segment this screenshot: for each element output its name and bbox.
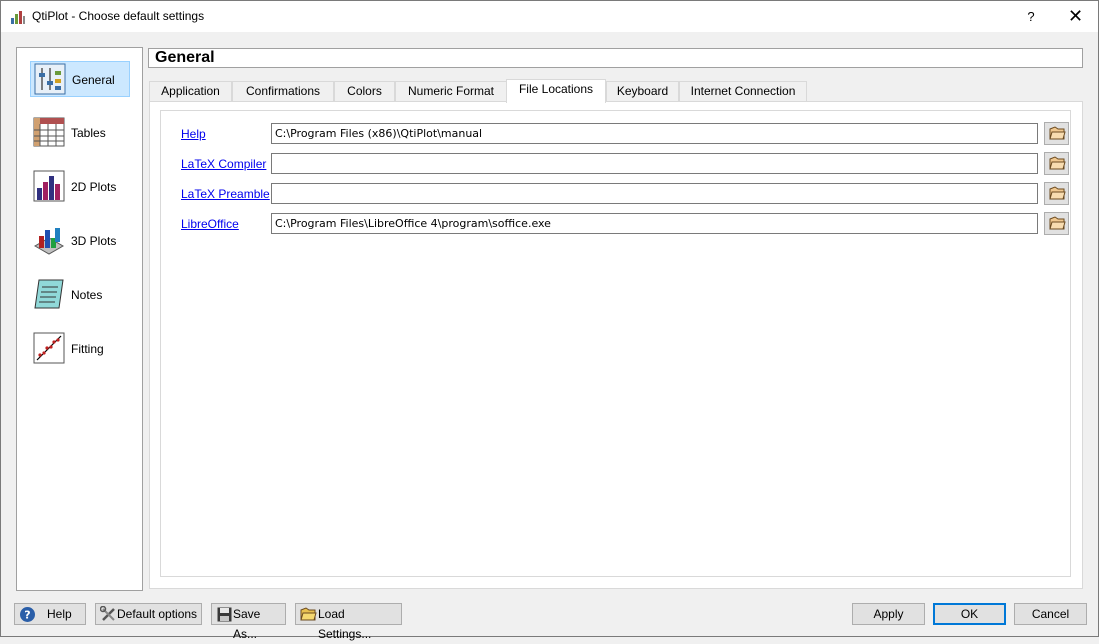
help-button[interactable]: ? Help: [14, 603, 86, 625]
browse-latex-compiler-button[interactable]: [1044, 152, 1069, 175]
file-locations-group: Help C:\Program Files (x86)\QtiPlot\manu…: [160, 110, 1071, 577]
svg-text:?: ?: [24, 609, 30, 622]
help-icon: ?: [20, 607, 35, 622]
folder-open-icon: [300, 607, 317, 621]
tab-file-locations[interactable]: File Locations: [506, 79, 606, 103]
folder-open-icon: [1049, 216, 1066, 230]
notes-icon: [34, 279, 64, 309]
close-window-button[interactable]: ✕: [1053, 1, 1098, 32]
context-help-button[interactable]: ?: [1015, 1, 1047, 32]
sidebar-item-label: Notes: [71, 288, 103, 302]
category-sidebar: General Tables 2D Plots 3D Plots Notes F…: [16, 47, 143, 591]
sidebar-item-2d-plots[interactable]: 2D Plots: [30, 169, 130, 205]
sidebar-item-label: 3D Plots: [71, 234, 117, 248]
tab-application[interactable]: Application: [149, 81, 232, 102]
sidebar-item-3d-plots[interactable]: 3D Plots: [30, 223, 130, 259]
load-settings-button[interactable]: Load Settings...: [295, 603, 402, 641]
sidebar-item-general[interactable]: General: [30, 61, 130, 97]
default-options-button[interactable]: Default options: [95, 603, 202, 625]
general-settings-icon: [34, 63, 66, 95]
settings-dialog: QtiPlot - Choose default settings ? ✕ Ge…: [0, 0, 1099, 641]
bar-chart-icon: [33, 170, 65, 202]
apply-button[interactable]: Apply: [852, 603, 925, 625]
sidebar-item-label: 2D Plots: [71, 180, 117, 194]
tab-internet-connection[interactable]: Internet Connection: [679, 81, 807, 102]
fitting-curve-icon: [33, 332, 65, 364]
sidebar-item-label: Fitting: [71, 342, 104, 356]
folder-open-icon: [1049, 156, 1066, 170]
sidebar-item-notes[interactable]: Notes: [30, 277, 130, 313]
save-as-button[interactable]: Save As...: [211, 603, 286, 641]
folder-open-icon: [1049, 186, 1066, 200]
sidebar-item-label: Tables: [71, 126, 106, 140]
sidebar-item-fitting[interactable]: Fitting: [30, 331, 130, 367]
file-locations-panel: Help C:\Program Files (x86)\QtiPlot\manu…: [149, 101, 1083, 589]
help-path-field[interactable]: C:\Program Files (x86)\QtiPlot\manual: [271, 123, 1038, 144]
libreoffice-path-field[interactable]: C:\Program Files\LibreOffice 4\program\s…: [271, 213, 1038, 234]
latex-compiler-field[interactable]: [271, 153, 1038, 174]
help-path-link[interactable]: Help: [181, 127, 206, 141]
tab-colors[interactable]: Colors: [334, 81, 395, 102]
table-icon: [33, 117, 65, 147]
latex-preamble-link[interactable]: LaTeX Preamble: [181, 187, 270, 201]
libreoffice-link[interactable]: LibreOffice: [181, 217, 239, 231]
sidebar-item-label: General: [72, 73, 115, 87]
section-title: General: [148, 48, 1083, 68]
latex-preamble-field[interactable]: [271, 183, 1038, 204]
qtiplot-app-icon: [11, 11, 25, 24]
tools-icon: [100, 606, 115, 621]
floppy-disk-icon: [217, 607, 232, 622]
tab-confirmations[interactable]: Confirmations: [232, 81, 334, 102]
sidebar-item-tables[interactable]: Tables: [30, 115, 130, 151]
title-bar: QtiPlot - Choose default settings ? ✕: [1, 1, 1098, 32]
browse-help-button[interactable]: [1044, 122, 1069, 145]
tab-numeric-format[interactable]: Numeric Format: [395, 81, 507, 102]
latex-compiler-link[interactable]: LaTeX Compiler: [181, 157, 266, 171]
ok-button[interactable]: OK: [933, 603, 1006, 625]
folder-open-icon: [1049, 126, 1066, 140]
tab-keyboard[interactable]: Keyboard: [606, 81, 679, 102]
3d-bar-chart-icon: [33, 228, 65, 255]
browse-libreoffice-button[interactable]: [1044, 212, 1069, 235]
cancel-button[interactable]: Cancel: [1014, 603, 1087, 625]
window-title: QtiPlot - Choose default settings: [32, 9, 205, 23]
browse-latex-preamble-button[interactable]: [1044, 182, 1069, 205]
